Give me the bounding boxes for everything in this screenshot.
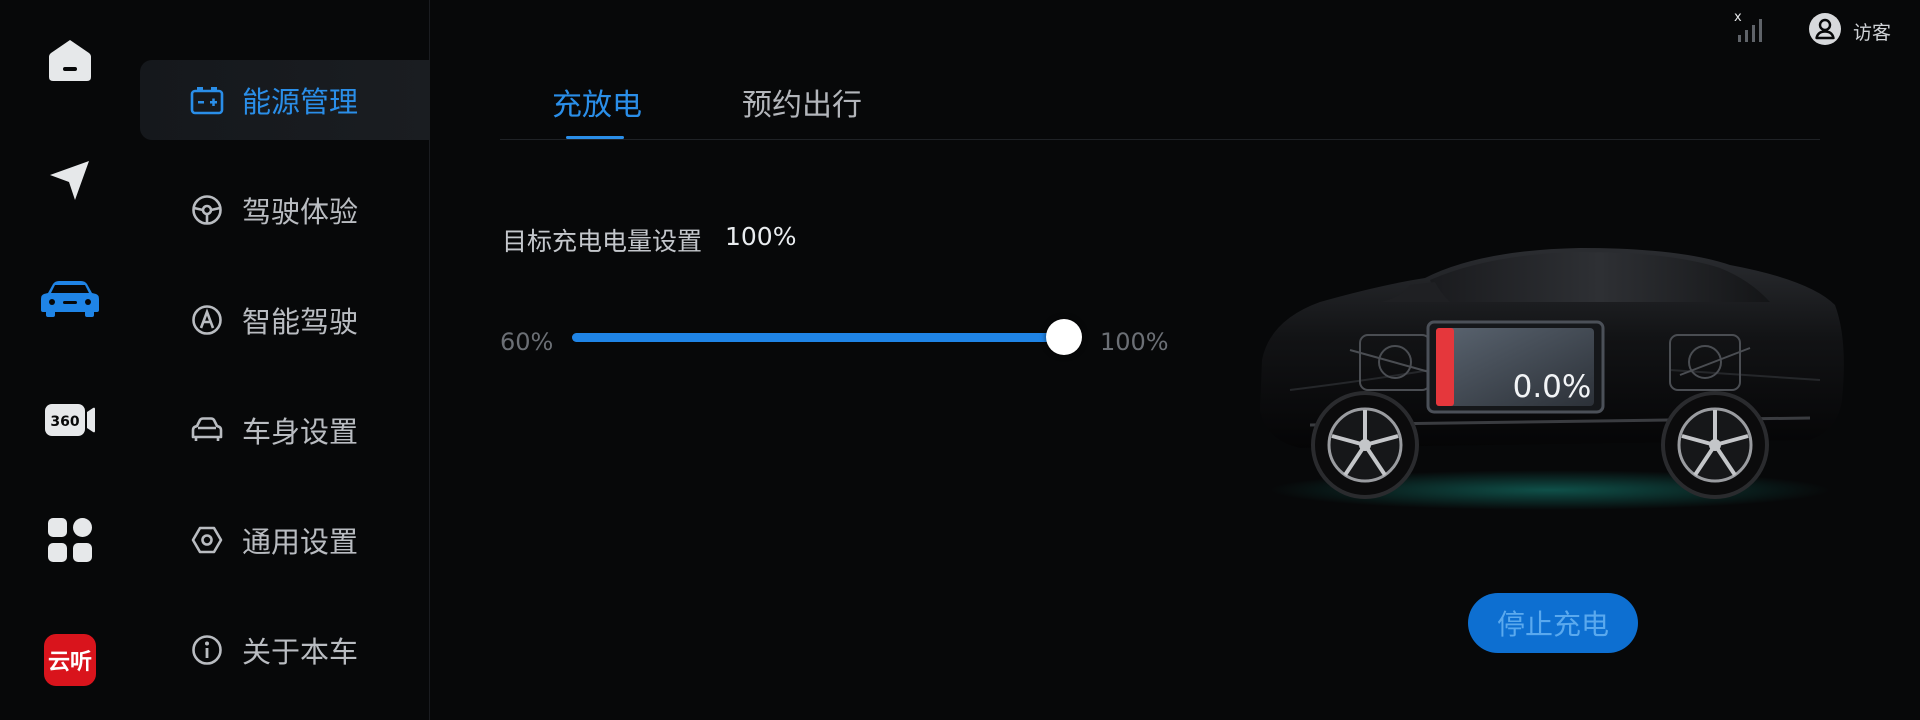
icon-rail: 360 云听: [0, 0, 140, 720]
rail-music-app-button[interactable]: 云听: [38, 628, 102, 692]
menu-item-body-settings[interactable]: 车身设置: [140, 390, 430, 470]
autopilot-icon: [190, 303, 224, 337]
svg-text:360: 360: [50, 414, 79, 430]
slider-thumb[interactable]: [1046, 319, 1082, 355]
battery-icon: [190, 83, 224, 117]
menu-item-label: 通用设置: [242, 525, 359, 559]
rail-vehicle-button[interactable]: [38, 267, 102, 331]
menu-item-about-car[interactable]: 关于本车: [140, 610, 430, 690]
menu-item-energy[interactable]: 能源管理: [140, 60, 430, 140]
rail-apps-button[interactable]: [38, 508, 102, 572]
user-avatar-icon[interactable]: [1808, 12, 1842, 46]
rail-360-camera-button[interactable]: 360: [38, 388, 102, 452]
menu-item-label: 驾驶体验: [242, 195, 359, 229]
slider-max-label: 100%: [1100, 328, 1169, 356]
menu-item-driving-experience[interactable]: 驾驶体验: [140, 170, 430, 250]
menu-item-smart-driving[interactable]: 智能驾驶: [140, 280, 430, 360]
navigation-arrow-icon: [50, 161, 89, 200]
tab-scheduled-trip[interactable]: 预约出行: [742, 80, 862, 124]
car-body-icon: [190, 413, 224, 447]
menu-item-label: 车身设置: [242, 415, 359, 449]
steering-wheel-icon: [190, 193, 224, 227]
rail-home-button[interactable]: [38, 28, 102, 92]
menu-item-general-settings[interactable]: 通用设置: [140, 500, 430, 580]
hex-nut-icon: [190, 523, 224, 557]
yunting-app-icon: 云听: [44, 634, 96, 686]
menu-item-label: 能源管理: [242, 85, 359, 119]
home-icon: [49, 40, 91, 81]
rail-navigation-button[interactable]: [38, 148, 102, 212]
slider-fill: [572, 333, 1064, 342]
tab-bar: 充放电 预约出行: [500, 60, 1820, 140]
svg-text:云听: 云听: [48, 650, 92, 675]
user-label[interactable]: 访客: [1853, 18, 1891, 45]
info-icon: [190, 633, 224, 667]
tab-charge-discharge[interactable]: 充放电: [552, 80, 642, 124]
battery-percentage: 0.0%: [1512, 369, 1592, 405]
settings-menu: 能源管理 驾驶体验 智能驾驶 车身设置 通用设置 关于本车: [140, 0, 430, 720]
apps-grid-icon: [48, 518, 92, 562]
charge-target-slider[interactable]: [572, 319, 1082, 355]
stop-charging-button[interactable]: 停止充电: [1468, 593, 1638, 653]
slider-min-label: 60%: [500, 328, 554, 356]
menu-item-label: 关于本车: [242, 635, 359, 669]
charge-target-label: 目标充电电量设置: [502, 227, 703, 256]
menu-item-label: 智能驾驶: [242, 305, 359, 339]
car-icon: [41, 281, 99, 317]
active-tab-indicator: [566, 136, 624, 139]
signal-no-service-badge: x: [1734, 10, 1742, 25]
charge-target-value: 100%: [725, 222, 797, 251]
camera-360-icon: 360: [45, 404, 95, 436]
